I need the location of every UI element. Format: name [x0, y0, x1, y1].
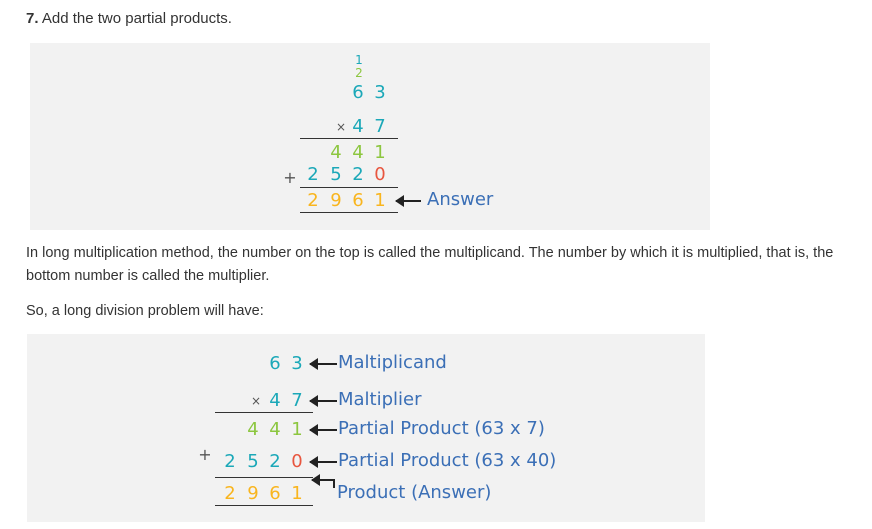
arrow-left-icon [309, 456, 337, 468]
paragraph-multiplicand-explanation: In long multiplication method, the numbe… [26, 245, 834, 284]
partial1-digit: 1 [374, 142, 386, 163]
label-multiplicand: Maltiplicand [338, 352, 447, 373]
times-sign: × [250, 394, 262, 408]
arrow-left-icon [311, 474, 334, 486]
arrow-left-icon [309, 395, 337, 407]
partial1-digit: 4 [269, 419, 281, 440]
rule-line [300, 212, 398, 213]
plus-sign: + [198, 445, 212, 464]
rule-line [215, 505, 313, 506]
arrow-left-icon [309, 424, 337, 436]
multiplicand-digit: 3 [291, 353, 303, 374]
rule-line [215, 477, 313, 478]
label-partial1: Partial Product (63 x 7) [338, 418, 545, 439]
result-digit: 2 [307, 190, 319, 211]
answer-label: Answer [427, 189, 494, 210]
example-panel-2: 6 3 Maltiplicand × 4 7 Maltiplier 4 4 1 … [27, 334, 705, 522]
result-digit: 6 [352, 190, 364, 211]
step-text: Add the two partial products. [41, 10, 232, 27]
partial2-digit: 0 [374, 164, 386, 185]
partial2-digit: 2 [352, 164, 364, 185]
plus-sign: + [283, 168, 297, 187]
multiplicand-digit: 6 [269, 353, 281, 374]
times-sign: × [335, 120, 347, 134]
arrow-connector [333, 479, 335, 488]
label-product: Product (Answer) [337, 482, 492, 503]
step-heading: 7. Add the two partial products. [26, 10, 232, 27]
partial1-digit: 4 [247, 419, 259, 440]
arrow-left-icon [395, 195, 421, 207]
result-digit: 2 [224, 483, 236, 504]
partial1-digit: 4 [352, 142, 364, 163]
multiplier-digit: 4 [269, 390, 281, 411]
partial2-digit: 2 [224, 451, 236, 472]
carry-digit-top: 1 [355, 53, 363, 67]
result-digit: 1 [374, 190, 386, 211]
label-partial2: Partial Product (63 x 40) [338, 450, 557, 471]
multiplicand-digit: 3 [374, 82, 386, 103]
result-digit: 9 [247, 483, 259, 504]
step-number: 7. [26, 10, 39, 27]
label-multiplier: Maltiplier [338, 389, 422, 410]
paragraph-intro: So, a long division problem will have: [26, 303, 264, 319]
multiplier-digit: 7 [291, 390, 303, 411]
example-panel-1: 1 2 6 3 × 4 7 4 4 1 + 2 5 2 0 2 9 6 1 An… [30, 43, 710, 230]
carry-digit-bottom: 2 [355, 66, 363, 80]
rule-line [300, 138, 398, 139]
partial2-digit: 5 [247, 451, 259, 472]
partial2-digit: 2 [269, 451, 281, 472]
rule-line [300, 187, 398, 188]
partial2-digit: 2 [307, 164, 319, 185]
partial2-digit: 0 [291, 451, 303, 472]
multiplicand-digit: 6 [352, 82, 364, 103]
arrow-left-icon [309, 358, 337, 370]
result-digit: 6 [269, 483, 281, 504]
partial2-digit: 5 [330, 164, 342, 185]
rule-line [215, 412, 313, 413]
result-digit: 1 [291, 483, 303, 504]
partial1-digit: 4 [330, 142, 342, 163]
multiplier-digit: 4 [352, 116, 364, 137]
partial1-digit: 1 [291, 419, 303, 440]
result-digit: 9 [330, 190, 342, 211]
multiplier-digit: 7 [374, 116, 386, 137]
